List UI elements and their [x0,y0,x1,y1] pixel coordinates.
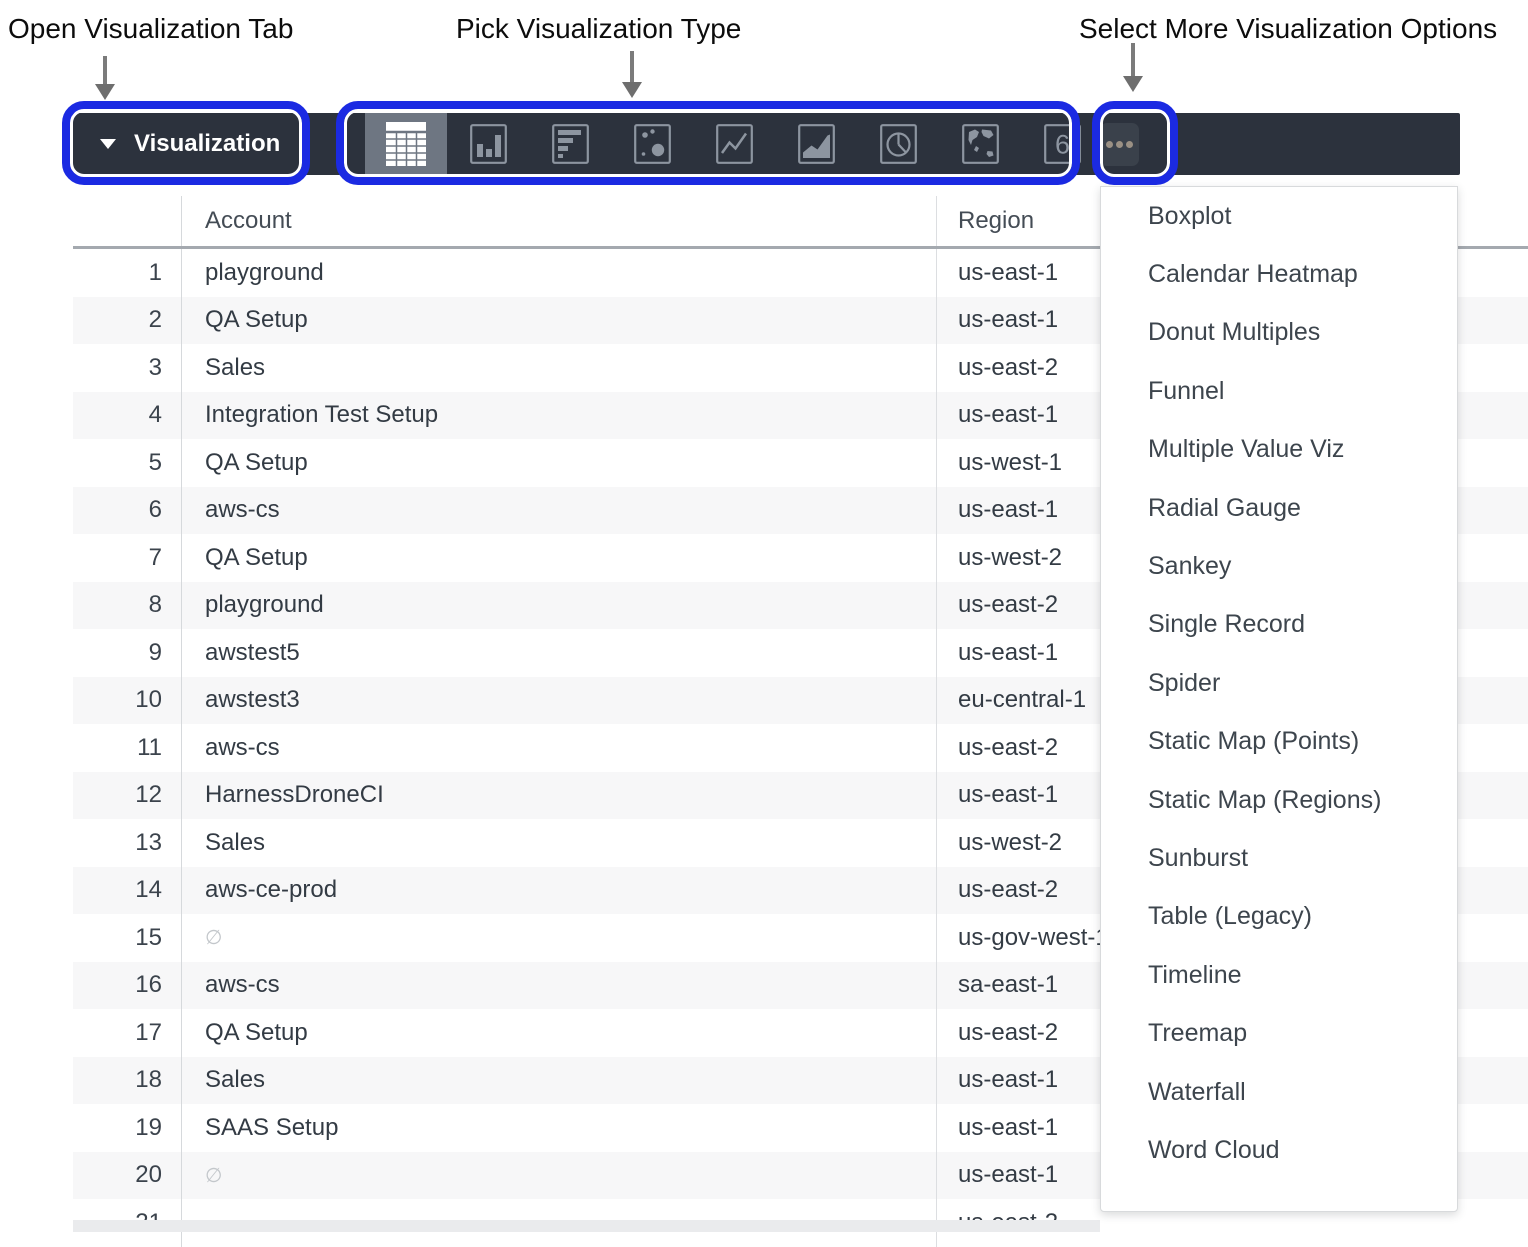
row-number-cell: 18 [73,1057,182,1105]
account-cell[interactable]: Sales [182,819,937,867]
menu-item-calendar-heatmap[interactable]: Calendar Heatmap [1101,245,1457,303]
account-cell[interactable]: aws-cs [182,962,937,1010]
account-cell[interactable]: playground [182,582,937,630]
account-cell[interactable]: ∅ [182,1152,937,1200]
menu-item-waterfall[interactable]: Waterfall [1101,1063,1457,1121]
menu-item-donut-multiples[interactable]: Donut Multiples [1101,304,1457,362]
ellipsis-icon [1116,141,1123,148]
annotation-pick-viz-type: Pick Visualization Type [456,13,741,45]
row-number-cell: 7 [73,534,182,582]
ellipsis-icon [1106,141,1113,148]
area-chart-viz-icon[interactable] [775,113,857,175]
row-number-cell: 11 [73,724,182,772]
menu-item-timeline[interactable]: Timeline [1101,946,1457,1004]
annotation-open-viz-tab: Open Visualization Tab [8,13,293,45]
menu-item-word-cloud[interactable]: Word Cloud [1101,1121,1457,1179]
visualization-toolbar: Visualization 6 [72,113,1460,175]
account-cell[interactable]: awstest5 [182,629,937,677]
account-cell[interactable]: Sales [182,344,937,392]
row-number-cell: 17 [73,1009,182,1057]
tab-visualization[interactable]: Visualization [72,113,312,175]
row-number-cell: 14 [73,867,182,915]
column-chart-viz-icon[interactable] [447,113,529,175]
account-cell[interactable]: aws-ce-prod [182,867,937,915]
row-number-cell: 16 [73,962,182,1010]
menu-item-sunburst[interactable]: Sunburst [1101,829,1457,887]
account-cell[interactable]: QA Setup [182,439,937,487]
row-number-cell: 2 [73,297,182,345]
row-number-cell: 13 [73,819,182,867]
account-cell[interactable]: QA Setup [182,534,937,582]
menu-item-spider[interactable]: Spider [1101,654,1457,712]
account-cell[interactable]: Sales [182,1057,937,1105]
row-number-cell: 15 [73,914,182,962]
account-cell[interactable]: aws-cs [182,724,937,772]
account-cell[interactable]: ∅ [182,914,937,962]
table-viz-icon[interactable] [365,113,447,175]
row-number-cell: 8 [73,582,182,630]
row-number-cell: 10 [73,677,182,725]
null-value-icon: ∅ [205,1163,222,1188]
row-number-cell: 3 [73,344,182,392]
account-cell[interactable]: playground [182,249,937,297]
map-viz-icon[interactable] [939,113,1021,175]
menu-item-treemap[interactable]: Treemap [1101,1004,1457,1062]
row-number-cell: 12 [73,772,182,820]
menu-item-table-legacy[interactable]: Table (Legacy) [1101,888,1457,946]
tab-visualization-label: Visualization [134,113,280,175]
row-number-cell: 19 [73,1104,182,1152]
menu-item-multiple-value-viz[interactable]: Multiple Value Viz [1101,421,1457,479]
page: { "annotations": { "labels": [ {"text": … [0,0,1528,1232]
annotation-more-viz-options: Select More Visualization Options [1079,13,1497,45]
column-header-account[interactable]: Account [182,196,937,246]
null-value-icon: ∅ [205,925,222,950]
viz-options-menu: BoxplotCalendar HeatmapDonut MultiplesFu… [1100,186,1458,1212]
menu-item-funnel[interactable]: Funnel [1101,362,1457,420]
caret-down-icon [100,139,116,149]
row-number-cell: 9 [73,629,182,677]
account-cell[interactable]: SAAS Setup [182,1104,937,1152]
row-number-cell: 5 [73,439,182,487]
pie-chart-viz-icon[interactable] [857,113,939,175]
more-visualization-options-button[interactable] [1100,123,1139,166]
row-number-cell: 6 [73,487,182,535]
account-cell[interactable]: awstest3 [182,677,937,725]
menu-item-static-map-points[interactable]: Static Map (Points) [1101,713,1457,771]
account-cell[interactable]: HarnessDroneCI [182,772,937,820]
account-cell[interactable]: QA Setup [182,297,937,345]
account-cell[interactable]: Integration Test Setup [182,392,937,440]
horizontal-scrollbar[interactable] [73,1220,1100,1232]
row-number-cell: 4 [73,392,182,440]
row-number-cell: 20 [73,1152,182,1200]
account-cell[interactable]: QA Setup [182,1009,937,1057]
menu-item-sankey[interactable]: Sankey [1101,537,1457,595]
svg-text:6: 6 [1054,130,1069,160]
viz-type-row: 6 [365,113,1103,175]
row-number-column-header [73,196,182,246]
ellipsis-icon [1126,141,1133,148]
menu-item-radial-gauge[interactable]: Radial Gauge [1101,479,1457,537]
menu-item-boxplot[interactable]: Boxplot [1101,187,1457,245]
scatter-viz-icon[interactable] [611,113,693,175]
menu-item-static-map-regions[interactable]: Static Map (Regions) [1101,771,1457,829]
menu-item-single-record[interactable]: Single Record [1101,596,1457,654]
row-number-cell: 1 [73,249,182,297]
line-chart-viz-icon[interactable] [693,113,775,175]
single-value-viz-icon[interactable]: 6 [1021,113,1103,175]
account-cell[interactable]: aws-cs [182,487,937,535]
bar-chart-viz-icon[interactable] [529,113,611,175]
